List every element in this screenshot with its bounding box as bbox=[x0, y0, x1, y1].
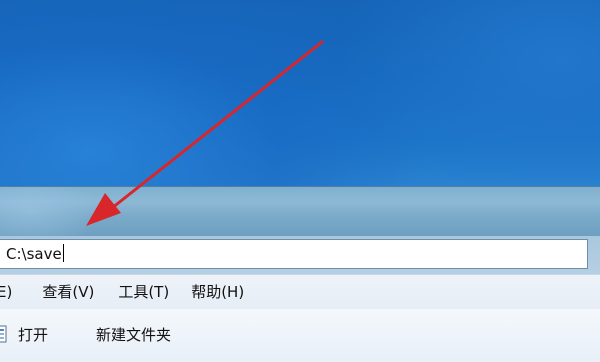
open-label: 打开 bbox=[18, 325, 49, 344]
address-input[interactable]: C:\save bbox=[0, 239, 588, 269]
command-toolbar: 打开 新建文件夹 bbox=[0, 309, 600, 362]
screen: C:\save E) 查看(V) 工具(T) 帮助(H) 打开 新建文件夹 bbox=[0, 0, 600, 362]
menu-edit[interactable]: E) bbox=[0, 275, 20, 309]
address-value: C:\save bbox=[6, 245, 62, 263]
menu-help[interactable]: 帮助(H) bbox=[183, 275, 252, 309]
text-caret bbox=[62, 244, 64, 262]
open-icon bbox=[0, 325, 8, 343]
window-titlebar[interactable] bbox=[0, 186, 600, 237]
new-folder-label: 新建文件夹 bbox=[96, 325, 172, 344]
desktop-background bbox=[0, 0, 600, 186]
menu-tools[interactable]: 工具(T) bbox=[110, 275, 177, 309]
address-bar-area: C:\save bbox=[0, 236, 600, 274]
menu-view[interactable]: 查看(V) bbox=[34, 275, 102, 309]
menu-bar: E) 查看(V) 工具(T) 帮助(H) bbox=[0, 274, 600, 310]
open-button[interactable]: 打开 bbox=[0, 321, 48, 347]
explorer-window: C:\save E) 查看(V) 工具(T) 帮助(H) 打开 新建文件夹 bbox=[0, 186, 600, 362]
new-folder-button[interactable]: 新建文件夹 bbox=[96, 321, 171, 347]
